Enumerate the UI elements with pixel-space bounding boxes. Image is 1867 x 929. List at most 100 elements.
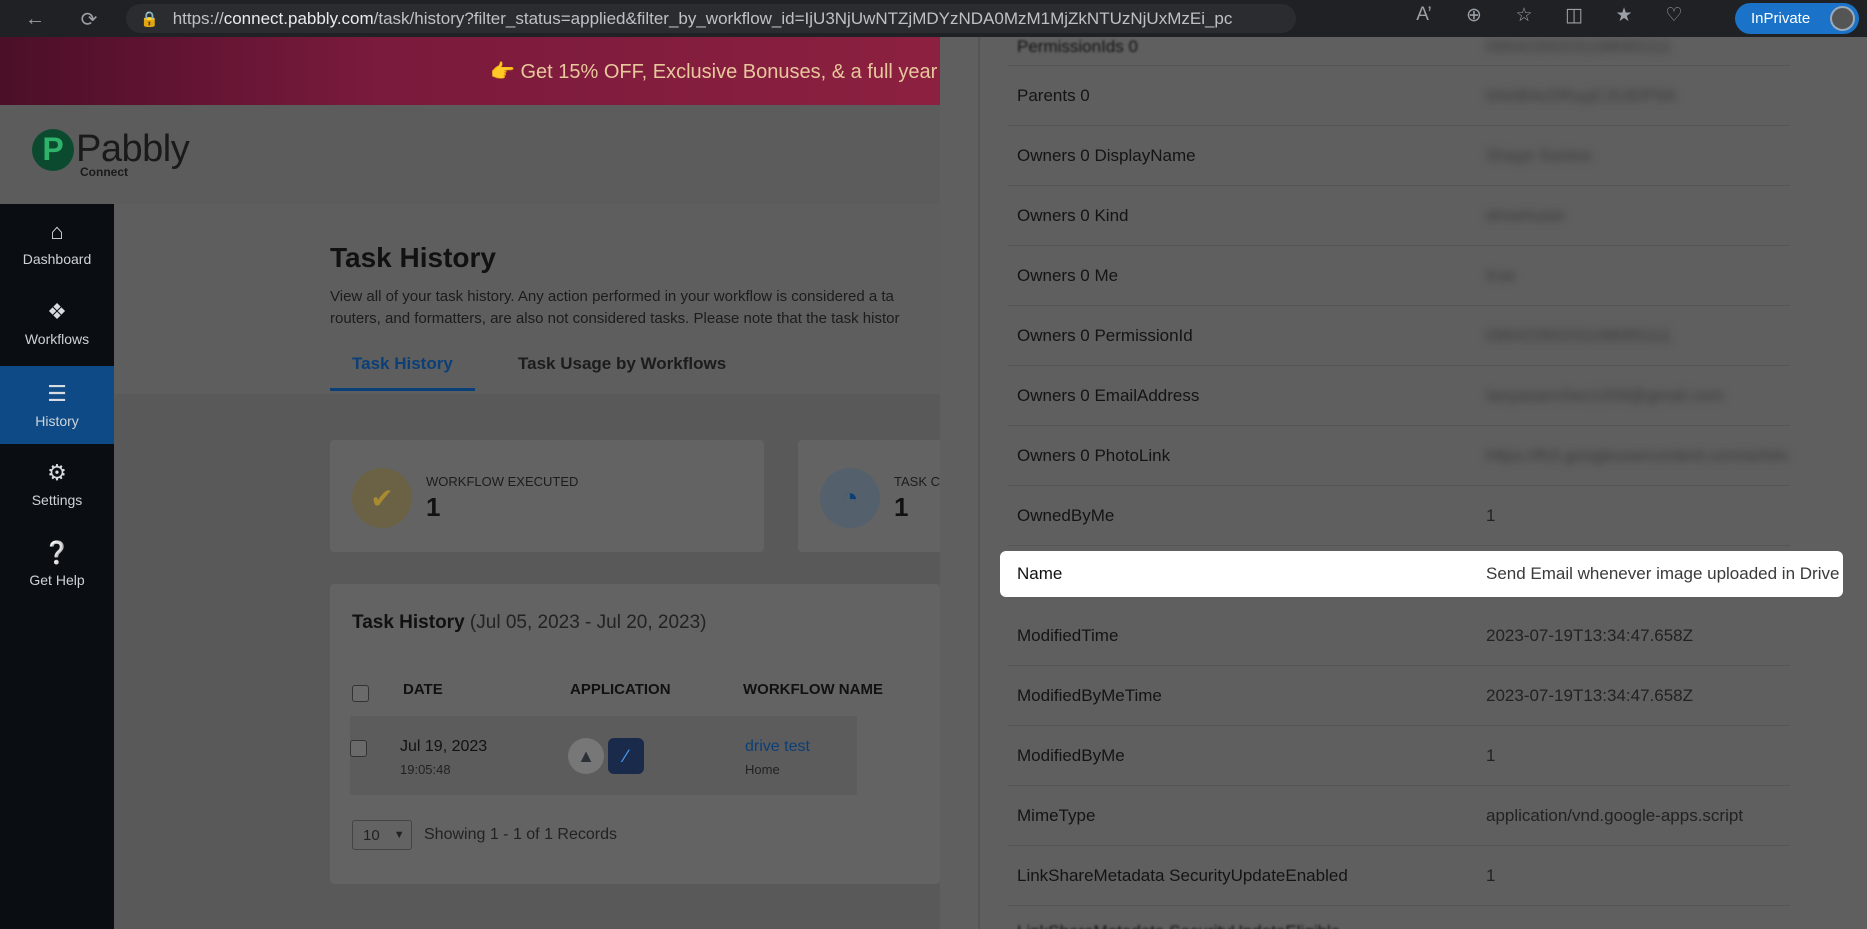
inprivate-label: InPrivate	[1751, 10, 1811, 27]
detail-value: 1	[1486, 745, 1496, 765]
detail-row-highlighted[interactable]: Name Send Email whenever image uploaded …	[1000, 551, 1843, 597]
select-all-checkbox[interactable]	[352, 685, 369, 702]
detail-row: Owners 0 PhotoLink https://lh3.googleuse…	[1008, 426, 1790, 486]
detail-key: ModifiedTime	[1017, 625, 1119, 645]
task-detail-drawer: PermissionIds 0 09542350231188065111 Par…	[940, 37, 1867, 929]
url-path: /task/history?filter_status=applied&filt…	[373, 8, 1233, 28]
detail-row: Owners 0 EmailAddress tanyasanchez1209@g…	[1008, 366, 1790, 426]
browser-toolbar: ← ⟳ 🔒 https://connect.pabbly.com/task/hi…	[0, 0, 1867, 37]
stat-label: TASK C	[894, 474, 940, 489]
stat-value: 1	[894, 492, 909, 522]
page-description: View all of your task history. Any actio…	[330, 286, 940, 330]
main-header: Task History View all of your task histo…	[114, 204, 940, 394]
badge-check-icon: ✔	[352, 468, 412, 528]
detail-key: LinkShareMetadata SecurityUpdateEnabled	[1017, 865, 1348, 885]
detail-value: application/vnd.google-apps.script	[1486, 805, 1744, 825]
page-size-select[interactable]: 10 ▼	[352, 820, 412, 850]
sidebar-item-label: Settings	[31, 492, 83, 508]
sidebar-item-label: Get Help	[29, 572, 85, 588]
chevron-down-icon: ▼	[393, 829, 405, 841]
history-icon: ☰	[47, 381, 67, 406]
split-screen-icon[interactable]: ◫	[1560, 4, 1588, 27]
drawer-divider	[978, 37, 980, 929]
logo-subtitle: Connect	[80, 165, 128, 179]
favorites-icon[interactable]: ★	[1610, 4, 1638, 27]
address-bar[interactable]: 🔒 https://connect.pabbly.com/task/histor…	[126, 4, 1296, 33]
detail-key: Owners 0 DisplayName	[1017, 145, 1196, 165]
sidebar-item-history[interactable]: ☰ History	[0, 366, 114, 444]
page-description-line: routers, and formatters, are also not co…	[330, 310, 900, 327]
detail-value: Shaye Santos	[1486, 145, 1592, 165]
detail-key: ModifiedByMe	[1017, 745, 1125, 765]
row-workflow-folder: Home	[745, 762, 780, 777]
column-header-application[interactable]: APPLICATION	[570, 681, 671, 698]
detail-row: Parents 0 0AAB4cDRuyjC2UlDP9A	[1008, 66, 1790, 126]
read-aloud-icon[interactable]: A’	[1410, 4, 1438, 27]
column-header-date[interactable]: DATE	[403, 681, 443, 698]
detail-value: drive#user	[1486, 205, 1566, 225]
tab-task-history[interactable]: Task History	[330, 354, 475, 391]
detail-value: true	[1486, 265, 1516, 285]
promo-text: 👉 Get 15% OFF, Exclusive Bonuses, & a fu…	[490, 60, 938, 83]
table-row[interactable]: Jul 19, 2023 19:05:48 ▲ ∕ drive test Hom…	[350, 716, 857, 795]
google-drive-icon: ▲	[568, 738, 604, 774]
detail-key: Parents 0	[1017, 85, 1090, 105]
favorite-star-icon[interactable]: ☆	[1510, 4, 1538, 27]
detail-key: LinkShareMetadata SecurityUpdateEligible	[1017, 922, 1340, 929]
detail-value: https://lh3.googleusercontent.com/a/AAcH…	[1486, 445, 1788, 465]
detail-value: 2023-07-19T13:34:47.658Z	[1486, 685, 1693, 705]
zoom-icon[interactable]: ⊕	[1460, 4, 1488, 27]
sidebar-item-label: History	[35, 413, 79, 429]
detail-key: Owners 0 PermissionId	[1017, 325, 1193, 345]
detail-row: OwnedByMe 1	[1008, 486, 1790, 546]
stat-card-workflow-executed: ✔ WORKFLOW EXECUTED 1	[330, 440, 764, 552]
row-time: 19:05:48	[400, 762, 451, 777]
detail-value: 0AAB4cDRuyjC2UlDP9A	[1486, 85, 1676, 105]
stat-value: 1	[426, 492, 441, 522]
sidebar-item-settings[interactable]: ⚙ Settings	[0, 445, 114, 523]
detail-value: tanyasanchez1209@gmail.com	[1486, 385, 1724, 405]
sidebar-item-get-help[interactable]: ❔ Get Help	[0, 525, 114, 603]
sidebar-item-workflows[interactable]: ❖ Workflows	[0, 284, 114, 362]
detail-key: MimeType	[1017, 805, 1096, 825]
detail-row: Owners 0 Kind drive#user	[1008, 186, 1790, 246]
workflow-icon: ❖	[47, 299, 67, 324]
sidebar-item-label: Workflows	[24, 331, 90, 347]
url-host: connect.pabbly.com	[223, 8, 374, 28]
stat-label: WORKFLOW EXECUTED	[426, 474, 579, 489]
main-content: Task History View all of your task histo…	[114, 204, 940, 929]
detail-key: ModifiedByMeTime	[1017, 685, 1162, 705]
task-history-table-card: Task History (Jul 05, 2023 - Jul 20, 202…	[330, 584, 940, 884]
sidebar-item-label: Dashboard	[22, 251, 92, 267]
detail-key: Owners 0 Me	[1017, 265, 1119, 285]
pagination-summary: Showing 1 - 1 of 1 Records	[424, 826, 617, 843]
detail-row: ModifiedByMeTime 2023-07-19T13:34:47.658…	[1008, 666, 1790, 726]
detail-row: ModifiedTime 2023-07-19T13:34:47.658Z	[1008, 606, 1790, 666]
detail-key: Owners 0 EmailAddress	[1017, 385, 1200, 405]
page-size-value: 10	[363, 826, 380, 844]
table-title: Task History (Jul 05, 2023 - Jul 20, 202…	[352, 612, 707, 634]
sidebar-item-dashboard[interactable]: ⌂ Dashboard	[0, 204, 114, 282]
url-prefix: https://	[172, 8, 224, 28]
detail-row: LinkShareMetadata SecurityUpdateEnabled …	[1008, 846, 1790, 906]
promo-banner[interactable]: 👉 Get 15% OFF, Exclusive Bonuses, & a fu…	[0, 37, 940, 105]
row-date: Jul 19, 2023	[400, 738, 488, 755]
detail-row: ModifiedByMe 1	[1008, 726, 1790, 786]
detail-key: OwnedByMe	[1017, 505, 1115, 525]
back-icon[interactable]: ←	[18, 2, 52, 36]
row-checkbox[interactable]	[350, 740, 367, 757]
tab-task-usage-by-workflows[interactable]: Task Usage by Workflows	[518, 354, 726, 374]
gmail-app-icon: ∕	[608, 738, 644, 774]
column-header-workflow-name[interactable]: WORKFLOW NAME	[743, 681, 883, 698]
detail-key: Owners 0 PhotoLink	[1017, 445, 1171, 465]
row-workflow-link[interactable]: drive test	[745, 738, 810, 756]
inprivate-button[interactable]: InPrivate	[1735, 3, 1859, 34]
health-icon[interactable]: ♡	[1660, 4, 1688, 27]
detail-value: 09542350231188065111	[1486, 37, 1672, 56]
detail-row: Owners 0 DisplayName Shaye Santos	[1008, 126, 1790, 186]
detail-key: Owners 0 Kind	[1017, 205, 1129, 225]
table-date-range: (Jul 05, 2023 - Jul 20, 2023)	[469, 612, 707, 633]
refresh-icon[interactable]: ⟳	[72, 2, 106, 36]
detail-key: Name	[1017, 564, 1063, 583]
detail-row: Owners 0 Me true	[1008, 246, 1790, 306]
